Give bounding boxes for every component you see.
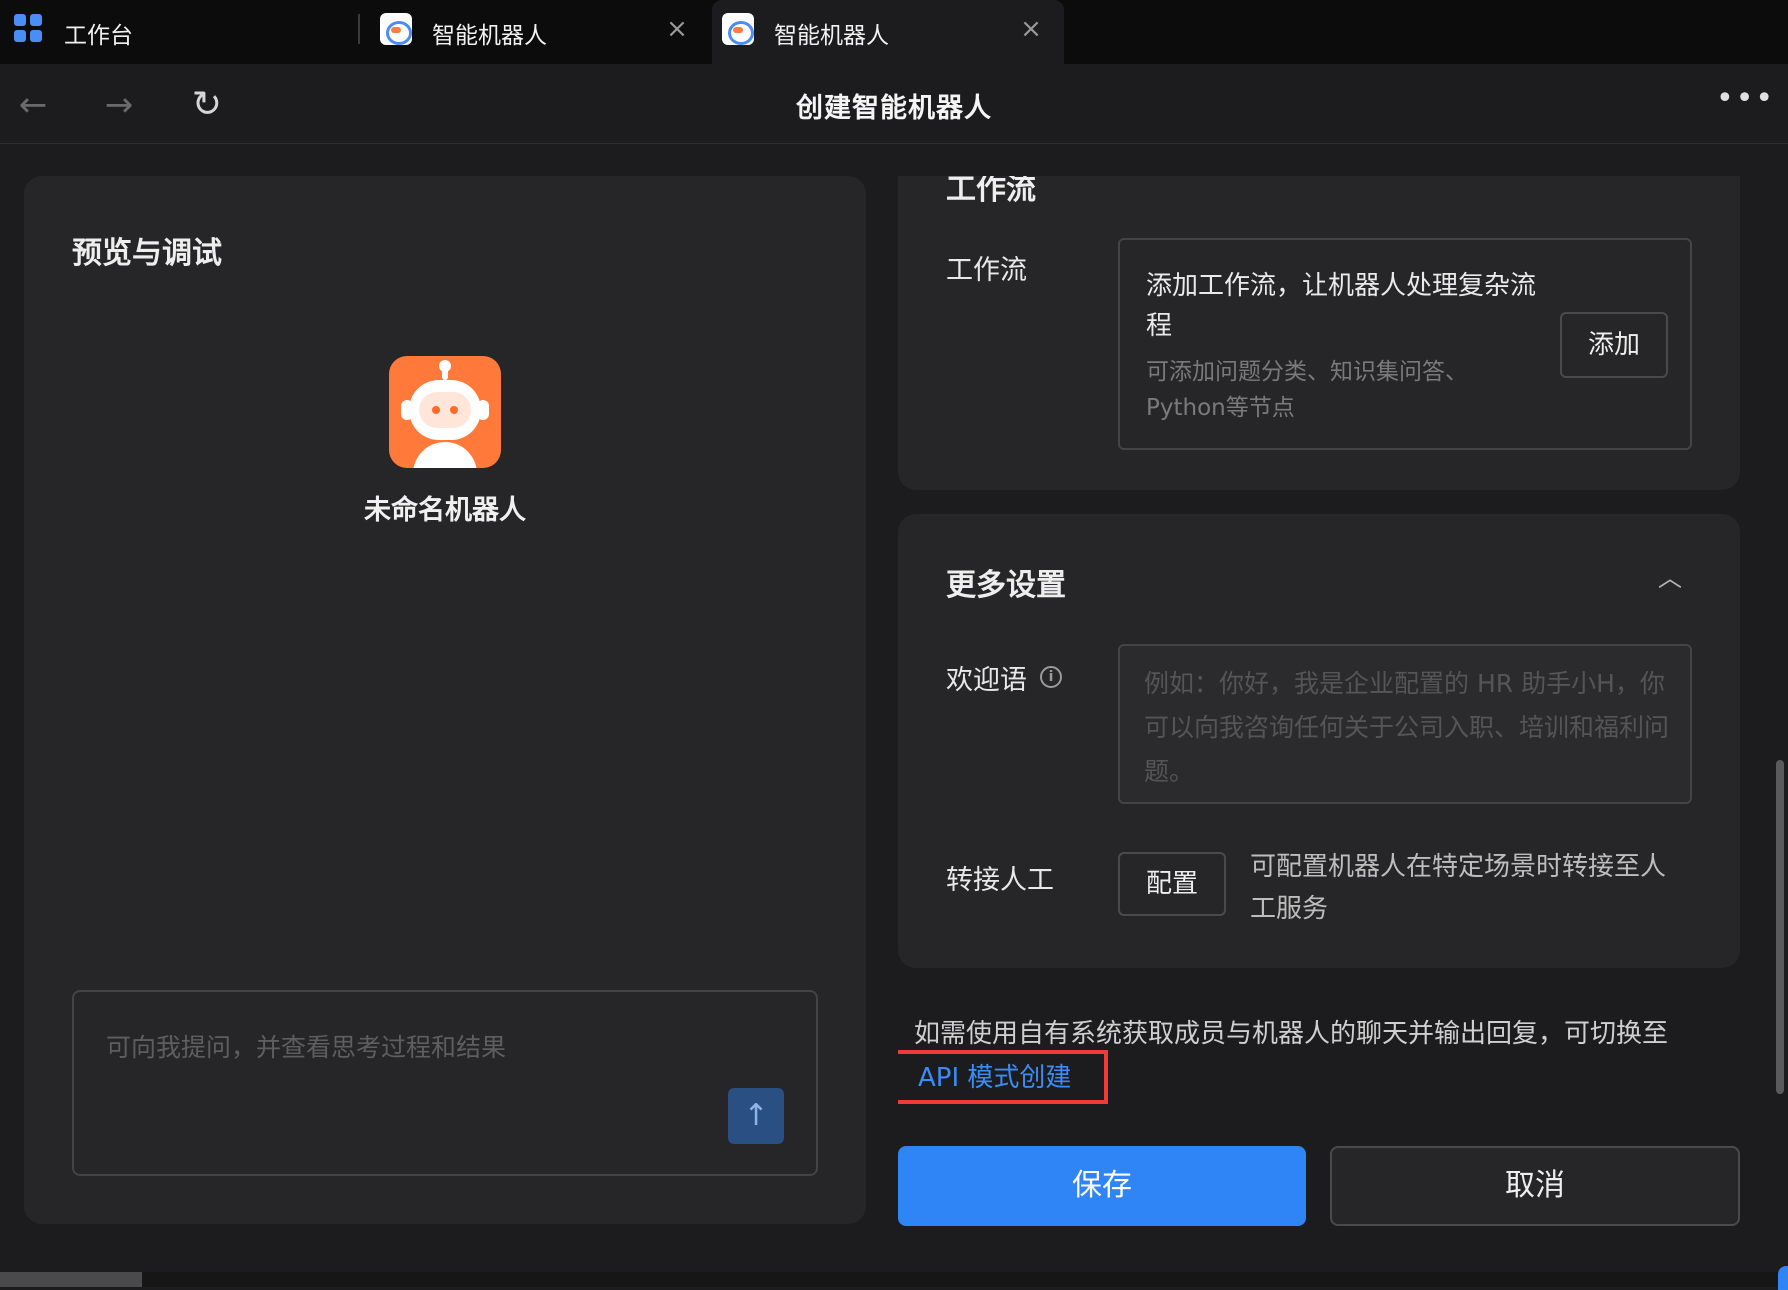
vertical-scrollbar[interactable]	[1776, 760, 1784, 1094]
chevron-up-icon[interactable]: ︿	[1658, 566, 1682, 590]
config-column: 工作流 工作流 添加工作流，让机器人处理复杂流程 可添加问题分类、知识集问答、P…	[898, 176, 1740, 1256]
more-settings-card: 更多设置 ︿ 欢迎语 i 例如：你好，我是企业配置的 HR 助手小H，你可以向我…	[898, 514, 1740, 968]
tab-robot-1[interactable]: 智能机器人 ×	[370, 0, 710, 64]
horizontal-scrollbar-track	[0, 1272, 1788, 1287]
tab-workbench[interactable]: 工作台	[0, 0, 360, 64]
bot-avatar	[389, 356, 501, 468]
arrow-up-icon: ↑	[743, 1098, 769, 1133]
workflow-label: 工作流	[946, 255, 1027, 286]
horizontal-scrollbar[interactable]	[0, 1272, 142, 1287]
config-button[interactable]: 配置	[1118, 852, 1226, 916]
body	[413, 442, 477, 468]
chat-input[interactable]: 可向我提问，并查看思考过程和结果 ↑	[72, 990, 818, 1176]
tab-label: 工作台	[64, 23, 133, 49]
tab-robot-2-active[interactable]: 智能机器人 ×	[712, 0, 1064, 64]
face	[419, 392, 471, 428]
tab-label: 智能机器人	[432, 23, 547, 49]
workflow-box-desc: 可添加问题分类、知识集问答、Python等节点	[1146, 359, 1468, 421]
save-button[interactable]: 保存	[898, 1146, 1306, 1226]
eye-left	[432, 406, 440, 414]
robot-favicon-icon	[380, 13, 412, 45]
add-workflow-button[interactable]: 添加	[1560, 312, 1668, 378]
welcome-input[interactable]: 例如：你好，我是企业配置的 HR 助手小H，你可以向我咨询任何关于公司入职、培训…	[1118, 644, 1692, 804]
transfer-desc: 可配置机器人在特定场景时转接至人工服务	[1250, 852, 1667, 924]
apps-grid-icon	[14, 14, 42, 42]
api-mode-link[interactable]: API 模式创建	[918, 1056, 1071, 1100]
corner-indicator	[1778, 1266, 1788, 1290]
preview-panel: 预览与调试 未命名机器人 可向我提问，并查看思考过程和结果 ↑	[24, 176, 866, 1224]
more-icon[interactable]: •••	[1716, 84, 1773, 124]
preview-title: 预览与调试	[72, 236, 222, 271]
antenna	[439, 360, 451, 380]
chat-placeholder: 可向我提问，并查看思考过程和结果	[106, 1033, 507, 1062]
workflow-card: 工作流 工作流 添加工作流，让机器人处理复杂流程 可添加问题分类、知识集问答、P…	[898, 176, 1740, 490]
cancel-button[interactable]: 取消	[1330, 1146, 1740, 1226]
close-icon[interactable]: ×	[664, 14, 690, 44]
workflow-section-title: 工作流	[946, 176, 1036, 207]
tab-label: 智能机器人	[774, 23, 889, 49]
send-button[interactable]: ↑	[728, 1088, 784, 1144]
info-icon[interactable]: i	[1040, 666, 1062, 688]
welcome-placeholder: 例如：你好，我是企业配置的 HR 助手小H，你可以向我咨询任何关于公司入职、培训…	[1144, 669, 1670, 786]
transfer-label: 转接人工	[946, 865, 1054, 896]
navigation-bar: ← → ↻ 创建智能机器人 •••	[0, 64, 1788, 144]
workflow-box-title: 添加工作流，让机器人处理复杂流程	[1146, 271, 1537, 341]
workflow-box: 添加工作流，让机器人处理复杂流程 可添加问题分类、知识集问答、Python等节点…	[1118, 238, 1692, 450]
more-settings-title: 更多设置	[946, 568, 1066, 603]
tab-divider	[358, 14, 360, 44]
page-title: 创建智能机器人	[796, 93, 992, 124]
welcome-label: 欢迎语	[946, 665, 1027, 696]
close-icon[interactable]: ×	[1018, 14, 1044, 44]
robot-favicon-icon	[722, 13, 754, 45]
tab-bar: 工作台 智能机器人 × 智能机器人 ×	[0, 0, 1788, 64]
eye-right	[450, 406, 458, 414]
bot-name: 未命名机器人	[364, 495, 526, 526]
